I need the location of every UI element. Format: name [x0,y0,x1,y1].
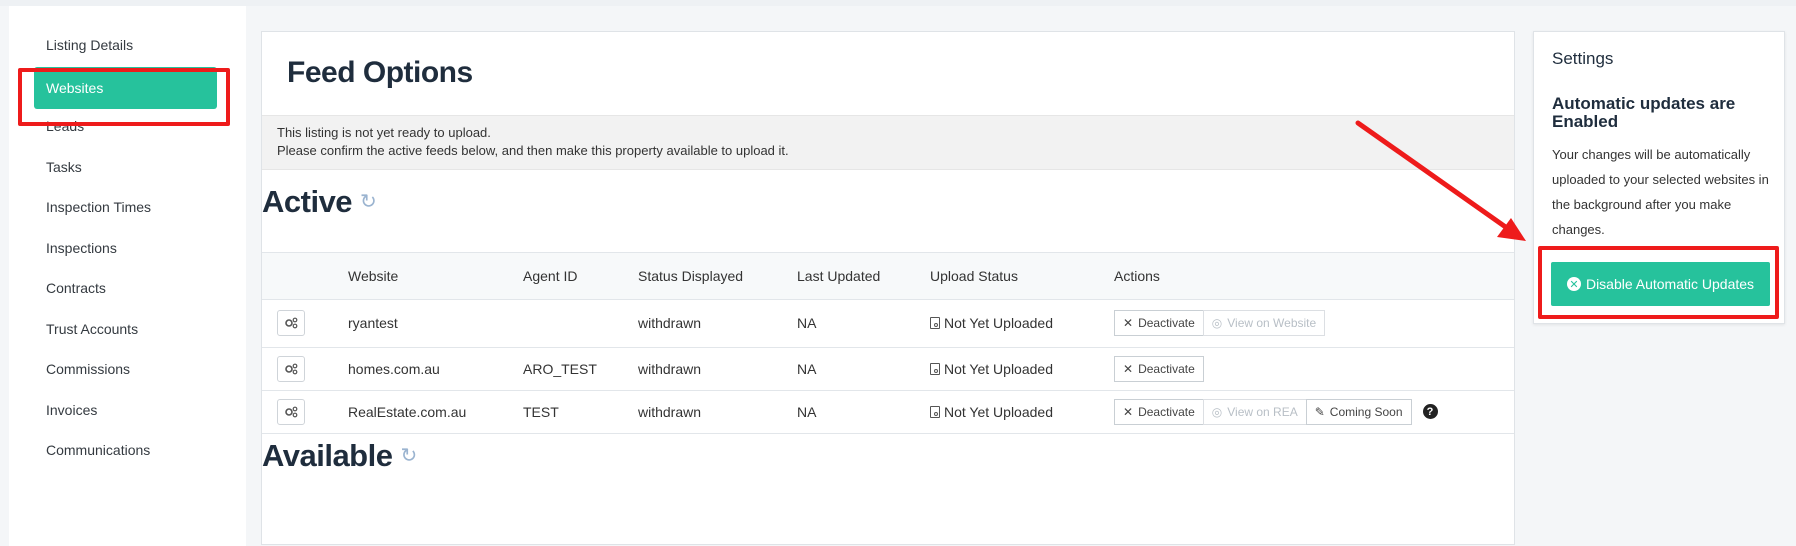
table-row: homes.com.au ARO_TEST withdrawn NA Not Y… [262,347,1514,391]
cell-upload-status: Not Yet Uploaded [930,390,1053,433]
available-title-text: Available [262,438,393,473]
cell-upload-status: Not Yet Uploaded [930,347,1053,390]
view-label: View on Website [1227,315,1317,330]
header-last-updated: Last Updated [797,268,881,284]
cell-actions: ✕ Deactivate ◎ View on REA ✎ Coming Soon ? [1114,390,1438,433]
gears-icon [285,363,298,374]
deactivate-label: Deactivate [1138,404,1195,419]
globe-icon: ◎ [1211,404,1223,419]
deactivate-button[interactable]: ✕ Deactivate [1114,309,1204,336]
highlight-box-disable-button [1538,246,1779,319]
sidebar-item-contracts[interactable]: Contracts [46,269,106,307]
refresh-icon[interactable]: ↻ [400,443,417,468]
close-icon: ✕ [1123,404,1134,419]
settings-title: Settings [1552,49,1614,68]
cell-status: withdrawn [638,314,702,331]
view-on-rea-button[interactable]: ◎ View on REA [1202,398,1307,425]
file-icon [930,405,940,418]
help-icon[interactable]: ? [1422,404,1438,419]
available-section-title: Available ↻ [262,438,417,474]
cell-website: ryantest [348,314,398,331]
upload-status-text: Not Yet Uploaded [944,360,1053,377]
cell-agent-id: ARO_TEST [523,360,597,377]
refresh-icon[interactable]: ↻ [360,189,377,214]
sidebar-item-commissions[interactable]: Commissions [46,350,130,388]
sidebar-item-inspections[interactable]: Inspections [46,229,117,267]
cell-status: withdrawn [638,403,702,420]
settings-description: Your changes will be automatically uploa… [1552,147,1769,237]
notice-line-2: Please confirm the active feeds below, a… [277,143,789,158]
gears-icon [285,317,298,328]
table-header: Website Agent ID Status Displayed Last U… [262,252,1514,300]
pencil-icon: ✎ [1314,404,1325,419]
upload-status-text: Not Yet Uploaded [944,403,1053,420]
sidebar-item-tasks[interactable]: Tasks [46,148,82,186]
upload-status-text: Not Yet Uploaded [944,314,1053,331]
coming-soon-label: Coming Soon [1329,404,1403,419]
file-icon [930,316,940,329]
header-upload-status: Upload Status [930,268,1018,284]
view-on-website-button[interactable]: ◎ View on Website [1202,309,1326,336]
deactivate-label: Deactivate [1138,315,1195,330]
highlight-box-websites [18,68,230,126]
deactivate-button[interactable]: ✕ Deactivate [1114,355,1204,382]
active-section-title: Active ↻ [262,184,377,220]
close-icon: ✕ [1123,315,1134,330]
cell-last-updated: NA [797,314,817,331]
header-status-displayed: Status Displayed [638,268,744,284]
globe-icon: ◎ [1211,315,1223,330]
cell-actions: ✕ Deactivate ◎ View on Website [1114,298,1326,347]
cell-status: withdrawn [638,360,702,377]
deactivate-label: Deactivate [1138,361,1195,376]
top-border [0,0,1796,6]
table-row: ryantest withdrawn NA Not Yet Uploaded ✕… [262,298,1514,348]
cell-website: homes.com.au [348,360,440,377]
notice-line-1: This listing is not yet ready to upload. [277,125,491,140]
view-label: View on REA [1227,404,1298,419]
close-icon: ✕ [1123,361,1134,376]
deactivate-button[interactable]: ✕ Deactivate [1114,398,1204,425]
file-icon [930,362,940,375]
header-website: Website [348,268,399,284]
settings-gear-button[interactable] [277,309,305,336]
table-row: RealEstate.com.au TEST withdrawn NA Not … [262,390,1514,434]
active-title-text: Active [262,184,353,219]
sidebar-item-trust-accounts[interactable]: Trust Accounts [46,310,138,348]
settings-gear-button[interactable] [277,355,305,382]
cell-last-updated: NA [797,403,817,420]
cell-actions: ✕ Deactivate [1114,347,1204,390]
feed-options-panel: Feed Options This listing is not yet rea… [261,31,1515,545]
sidebar-item-invoices[interactable]: Invoices [46,391,97,429]
cell-upload-status: Not Yet Uploaded [930,298,1053,347]
upload-notice: This listing is not yet ready to upload.… [262,115,1514,170]
header-agent-id: Agent ID [523,268,578,284]
cell-agent-id: TEST [523,403,559,420]
sidebar-item-inspection-times[interactable]: Inspection Times [46,188,151,226]
settings-subtitle: Automatic updates are Enabled [1552,94,1736,131]
sidebar-item-listing-details[interactable]: Listing Details [46,26,133,64]
cell-website: RealEstate.com.au [348,403,467,420]
cell-last-updated: NA [797,360,817,377]
gears-icon [285,406,298,417]
sidebar-item-communications[interactable]: Communications [46,431,150,469]
coming-soon-button[interactable]: ✎ Coming Soon [1305,398,1412,425]
page-title: Feed Options [287,56,473,89]
settings-gear-button[interactable] [277,398,305,425]
header-actions: Actions [1114,268,1160,284]
